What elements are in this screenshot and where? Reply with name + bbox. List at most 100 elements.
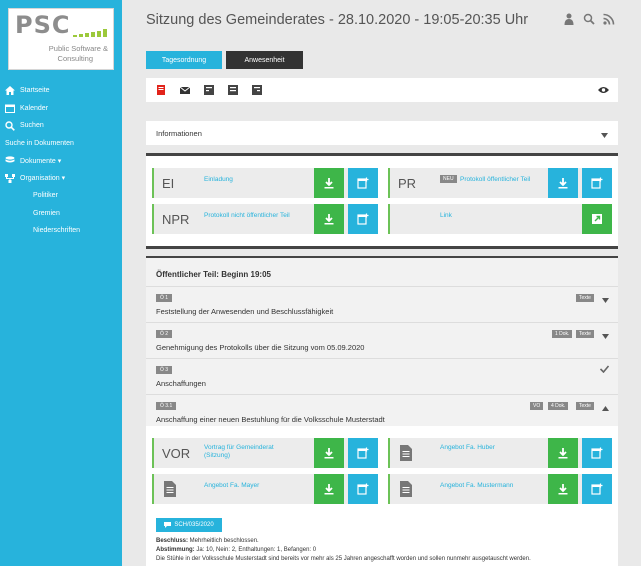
download-icon: [324, 214, 334, 225]
export-icon-2[interactable]: [228, 85, 238, 95]
agenda-item-title: Anschaffungen: [156, 379, 206, 388]
sidebar-nav: Startseite Kalender Suchen Suche in Doku…: [0, 82, 122, 240]
doc-link-protokoll-oeffentlich[interactable]: Protokoll öffentlicher Teil: [460, 176, 530, 184]
doc-link: Link: [388, 204, 612, 234]
sidebar-item-politiker[interactable]: Politiker: [0, 187, 122, 205]
sidebar-item-label: Gremien: [33, 209, 60, 217]
texte-badge[interactable]: Texte: [576, 294, 594, 302]
sidebar-item-gremien[interactable]: Gremien: [0, 205, 122, 223]
abstimmung-line: Abstimmung: Ja: 10, Nein: 2, Enthaltunge…: [156, 547, 316, 553]
add-to-folder-button[interactable]: [582, 168, 612, 198]
texte-badge[interactable]: Texte: [576, 330, 594, 338]
download-icon: [558, 484, 568, 495]
sidebar-item-label: Kalender: [20, 104, 49, 112]
documents-panel: EI Einladung PR NEU Protokoll öffentlich…: [146, 153, 618, 249]
doc-link-angebot-huber[interactable]: Angebot Fa. Huber: [440, 444, 495, 452]
agenda-item[interactable]: Ö 2 Genehmigung des Protokolls über die …: [146, 322, 618, 358]
sidebar-item-suche-in-dokumenten[interactable]: Suche in Dokumenten: [0, 135, 122, 153]
rss-icon[interactable]: [603, 13, 615, 25]
sidebar-item-suchen[interactable]: Suchen: [0, 117, 122, 135]
doc-link-protokoll-nicht-oeffentlich[interactable]: Protokoll nicht öffentlicher Teil: [204, 212, 290, 220]
doc-count-badge[interactable]: 4 Dok.: [548, 402, 569, 410]
add-to-folder-button[interactable]: [582, 438, 612, 468]
agenda-item-number: Ö 2: [156, 330, 173, 338]
beschluss-reference-button[interactable]: SCH/035/2020: [156, 518, 222, 532]
texte-badge[interactable]: Texte: [576, 402, 594, 410]
abstimmung-text: Ja: 10, Nein: 2, Enthaltungen: 1, Befang…: [194, 547, 317, 553]
logo-brand: PSC: [15, 11, 71, 39]
sidebar-item-organisation[interactable]: Organisation ▾: [0, 170, 122, 188]
add-to-folder-button[interactable]: [582, 474, 612, 504]
download-button[interactable]: [548, 438, 578, 468]
agenda-item[interactable]: Ö 1 Feststellung der Anwesenden und Besc…: [146, 286, 618, 322]
tab-tagesordnung[interactable]: Tagesordnung: [146, 51, 222, 69]
logo[interactable]: PSC Public Software & Consulting: [8, 8, 114, 70]
doc-angebot-huber: Angebot Fa. Huber: [388, 438, 612, 468]
search-icon[interactable]: [583, 13, 595, 25]
add-to-folder-button[interactable]: [348, 204, 378, 234]
sidebar-item-kalender[interactable]: Kalender: [0, 100, 122, 118]
add-document-icon: [357, 483, 369, 495]
add-document-icon: [357, 213, 369, 225]
download-button[interactable]: [314, 204, 344, 234]
logo-line1: Public Software &: [48, 44, 108, 53]
mail-icon[interactable]: [179, 85, 191, 95]
doc-link-einladung[interactable]: Einladung: [204, 176, 233, 184]
external-link-button[interactable]: [582, 204, 612, 234]
export-icon-3[interactable]: [252, 85, 262, 95]
eye-icon[interactable]: [598, 86, 609, 94]
doc-count-badge[interactable]: 1 Dok.: [552, 330, 573, 338]
doc-link-label[interactable]: Link: [440, 212, 452, 220]
doc-link-vortrag-line2[interactable]: (Sitzung): [204, 452, 230, 460]
agenda-item-number: Ö 3.1: [156, 402, 177, 410]
download-button[interactable]: [314, 474, 344, 504]
agenda-heading: Öffentlicher Teil: Beginn 19:05: [146, 258, 618, 288]
doc-link-vortrag[interactable]: Vortrag für Gemeinderat: [204, 444, 274, 452]
doc-link-angebot-mayer[interactable]: Angebot Fa. Mayer: [204, 482, 259, 490]
download-icon: [324, 448, 334, 459]
add-document-icon: [357, 447, 369, 459]
doc-abbr: PR: [398, 176, 417, 191]
add-document-icon: [591, 483, 603, 495]
comment-icon: [164, 522, 172, 528]
user-icon[interactable]: [563, 13, 575, 25]
document-icon: [400, 445, 412, 461]
download-icon: [558, 448, 568, 459]
beschluss-reference-label: SCH/035/2020: [174, 522, 214, 528]
add-to-folder-button[interactable]: [348, 168, 378, 198]
new-badge: NEU: [440, 175, 457, 183]
tab-anwesenheit[interactable]: Anwesenheit: [226, 51, 303, 69]
vo-badge[interactable]: VO: [530, 402, 544, 410]
beschluss-label: Beschluss:: [156, 538, 189, 544]
doc-link-angebot-mustermann[interactable]: Angebot Fa. Mustermann: [440, 482, 513, 490]
download-button[interactable]: [548, 168, 578, 198]
add-to-folder-button[interactable]: [348, 474, 378, 504]
doc-angebot-mustermann: Angebot Fa. Mustermann: [388, 474, 612, 504]
informationen-section[interactable]: Informationen: [146, 121, 618, 145]
add-document-icon: [357, 177, 369, 189]
sidebar-item-startseite[interactable]: Startseite: [0, 82, 122, 100]
agenda-item[interactable]: Ö 3 Anschaffungen: [146, 358, 618, 394]
doc-abbr: NPR: [162, 212, 190, 227]
home-icon: [5, 86, 15, 96]
sidebar-item-dokumente[interactable]: Dokumente ▾: [0, 152, 122, 170]
chevron-down-icon[interactable]: [602, 296, 609, 303]
document-icon: [164, 481, 176, 497]
download-button[interactable]: [314, 168, 344, 198]
header-icons: [563, 13, 615, 25]
sidebar-item-label: Politiker: [33, 192, 58, 200]
download-button[interactable]: [314, 438, 344, 468]
chevron-down-icon[interactable]: [602, 332, 609, 339]
logo-bars: [73, 29, 109, 37]
pdf-export-icon[interactable]: [156, 85, 166, 95]
agenda-item-title: Anschaffung einer neuen Bestuhlung für d…: [156, 415, 385, 424]
add-to-folder-button[interactable]: [348, 438, 378, 468]
download-button[interactable]: [548, 474, 578, 504]
agenda-item[interactable]: Ö 3.1 Anschaffung einer neuen Bestuhlung…: [146, 394, 618, 430]
export-icon-1[interactable]: [204, 85, 214, 95]
agenda-panel: Öffentlicher Teil: Beginn 19:05 Ö 1 Fest…: [146, 256, 618, 566]
chevron-up-icon[interactable]: [602, 404, 609, 411]
sidebar-item-label: Startseite: [20, 87, 50, 95]
sidebar-item-niederschriften[interactable]: Niederschriften: [0, 222, 122, 240]
agenda-item-description: Die Stühle in der Volksschule Musterstad…: [156, 556, 531, 562]
